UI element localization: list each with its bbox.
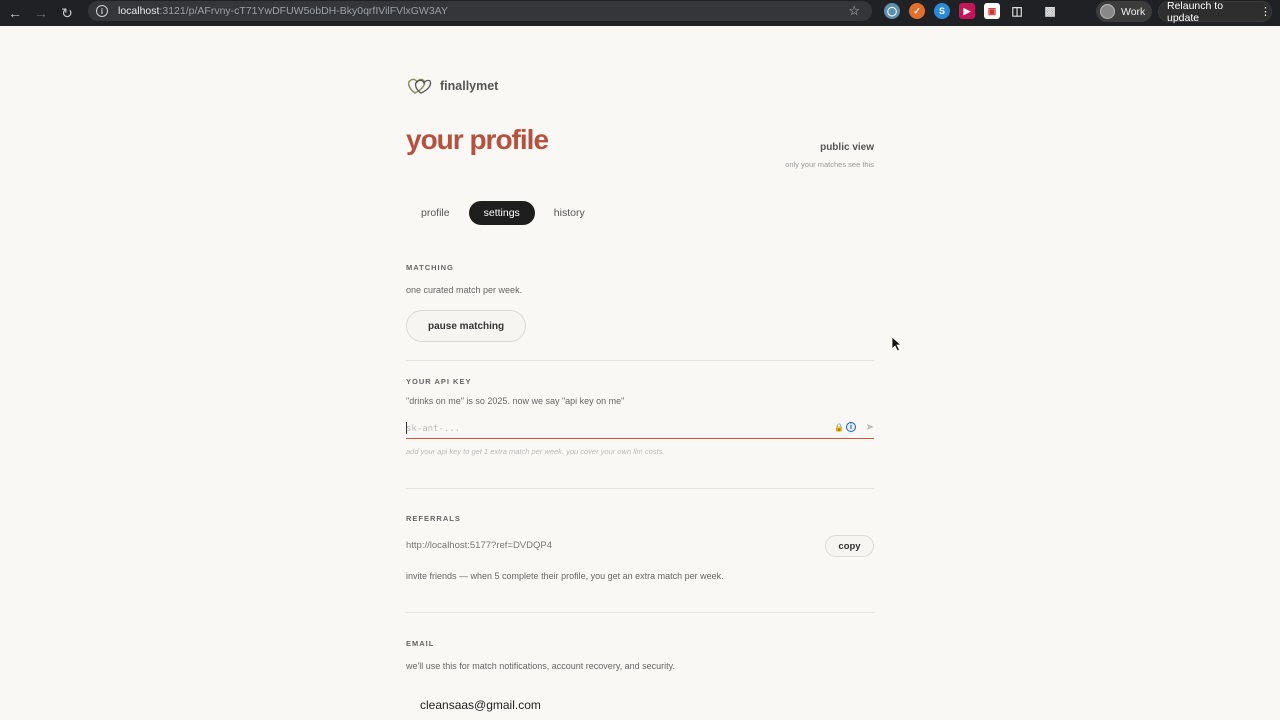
api-key-text: "drinks on me" is so 2025. now we say "a… <box>406 396 625 406</box>
kebab-menu-icon[interactable]: ⋮ <box>1260 5 1271 18</box>
photo-extension-icon[interactable]: ▣ <box>984 3 1000 19</box>
api-key-field: 🔒 i ➤ <box>406 418 874 439</box>
lock-icon[interactable]: 🔒 <box>834 423 844 432</box>
globe-extension-icon[interactable]: ◯ <box>884 3 900 19</box>
email-field[interactable]: cleansaas@gmail.com <box>420 698 541 712</box>
forward-icon[interactable]: → <box>30 3 52 23</box>
email-label: EMAIL <box>406 639 435 648</box>
copy-button[interactable]: copy <box>825 535 874 557</box>
bookmark-star-icon[interactable]: ☆ <box>848 3 860 19</box>
red-extension-icon[interactable]: ▶ <box>959 3 975 19</box>
tab-profile[interactable]: profile <box>406 201 465 225</box>
url-host: localhost <box>118 5 160 17</box>
password-manager-icons[interactable]: 🔒 i <box>834 422 856 432</box>
password-manager-icon[interactable]: i <box>846 422 856 432</box>
tab-history[interactable]: history <box>539 201 600 225</box>
address-bar[interactable]: i localhost:3121/p/AFrvny-cT71YwDFUW5obD… <box>88 1 872 21</box>
referrals-text: invite friends — when 5 complete their p… <box>406 571 724 581</box>
divider <box>406 612 874 613</box>
page-title: your profile <box>406 124 549 155</box>
site-info-icon[interactable]: i <box>96 5 108 17</box>
submit-arrow-icon[interactable]: ➤ <box>866 422 874 433</box>
puzzle-extensions-icon[interactable]: ◫ <box>1009 3 1025 19</box>
email-text: we'll use this for match notifications, … <box>406 661 676 671</box>
avatar <box>1100 4 1115 19</box>
tab-bar: profile settings history <box>406 201 600 225</box>
public-view-link[interactable]: public view <box>820 142 874 153</box>
matching-label: MATCHING <box>406 263 454 272</box>
brand[interactable]: finallymet <box>406 76 498 96</box>
public-view-subtext: only your matches see this <box>785 160 874 169</box>
text-caret <box>406 422 407 434</box>
api-key-hint: add your api key to get 1 extra match pe… <box>406 447 665 456</box>
relaunch-button[interactable]: Relaunch to update ⋮ <box>1158 0 1272 24</box>
api-key-input[interactable] <box>406 419 826 439</box>
relaunch-label: Relaunch to update <box>1167 0 1224 24</box>
url-text[interactable]: localhost:3121/p/AFrvny-cT71YwDFUW5obDH-… <box>118 5 448 17</box>
referral-link[interactable]: http://localhost:5177?ref=DVDQP4 <box>406 540 552 551</box>
divider <box>406 488 874 489</box>
divider <box>406 360 874 361</box>
browser-toolbar: ← → ↻ i localhost:3121/p/AFrvny-cT71YwDF… <box>0 0 1280 26</box>
orange-extension-icon[interactable]: ✓ <box>909 3 925 19</box>
brand-name: finallymet <box>440 79 499 93</box>
referrals-label: REFERRALS <box>406 514 461 523</box>
brand-logo-icon <box>407 78 432 94</box>
url-path: :3121/p/AFrvny-cT71YwDFUW5obDH-Bky0qrfIV… <box>159 5 448 17</box>
mouse-cursor-icon <box>891 336 903 352</box>
reload-icon[interactable]: ↻ <box>56 3 78 23</box>
s-extension-icon[interactable]: S <box>934 3 950 19</box>
profile-name: Work <box>1121 5 1146 18</box>
matching-text: one curated match per week. <box>406 285 523 295</box>
tab-search-icon[interactable]: ▩ <box>1042 3 1058 19</box>
tab-settings[interactable]: settings <box>468 201 535 225</box>
browser-profile-button[interactable]: Work <box>1096 1 1152 22</box>
extensions-bar: ◯ ✓ S ▶ ▣ ◫ ▩ <box>884 3 1058 19</box>
pause-matching-button[interactable]: pause matching <box>406 310 527 342</box>
back-icon[interactable]: ← <box>4 3 26 23</box>
api-key-label: YOUR API KEY <box>406 377 472 386</box>
